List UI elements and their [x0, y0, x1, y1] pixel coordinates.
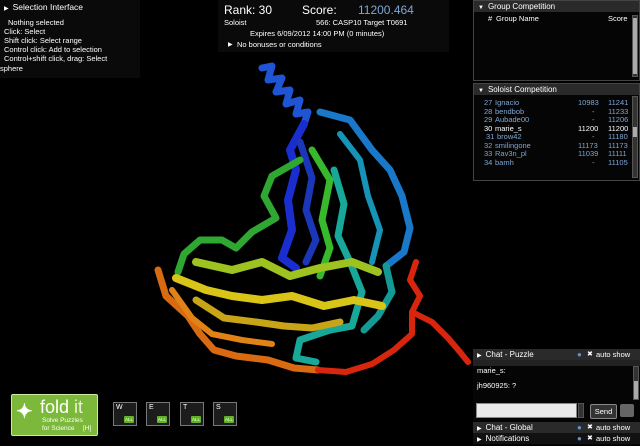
soloist-title: Soloist Competition — [487, 85, 557, 94]
logo-figure-icon: ✦ — [16, 401, 33, 423]
group-title: Group Competition — [487, 2, 556, 11]
mode-label: Soloist — [224, 18, 247, 27]
soloist-list[interactable]: 27 Ignacio 10983 11241 28 bendbob - 1123… — [474, 95, 639, 165]
backbone-green-strand — [308, 146, 334, 280]
soloist-competition-panel: ▼ Soloist Competition 27 Ignacio 10983 11… — [473, 83, 640, 181]
logo-text: fold — [40, 397, 70, 417]
tweak-all-button[interactable]: T ALL — [180, 402, 204, 426]
group-scrollbar[interactable] — [632, 15, 638, 77]
chat-global-title[interactable]: Chat - Global — [486, 423, 533, 432]
chat-message: marie_s: — [477, 366, 506, 375]
info-icon[interactable]: ● — [577, 349, 582, 360]
help-hotkey: [H] — [83, 425, 92, 432]
soloist-scrollbar[interactable] — [632, 96, 638, 178]
score-panel: Rank: 30 Score: 11200.464 Soloist 566: C… — [218, 0, 449, 52]
selection-status: Nothing selected — [8, 18, 64, 27]
camera-icon[interactable] — [620, 404, 634, 417]
group-competition-panel: ▼ Group Competition # Group Name Score — [473, 0, 640, 81]
notifications-title[interactable]: Notifications — [486, 434, 530, 443]
col-rank: # — [488, 14, 493, 23]
col-group-name: Group Name — [496, 14, 539, 23]
logo-text-suffix: it — [74, 397, 83, 417]
scroll-thumb[interactable] — [633, 18, 637, 74]
scroll-thumb[interactable] — [634, 381, 638, 399]
selection-interface-panel: ▶ Selection Interface Nothing selected Cl… — [0, 0, 140, 78]
auto-show-label[interactable]: auto show — [596, 433, 630, 444]
send-button[interactable]: Send — [590, 404, 617, 419]
logo-tagline: Solve Puzzles — [42, 417, 83, 424]
collapse-triangle-icon[interactable]: ▼ — [478, 86, 484, 97]
foldit-logo[interactable]: ✦ fold it Solve Puzzles for Science [H] — [11, 394, 98, 436]
expand-triangle-icon[interactable]: ▶ — [477, 351, 482, 362]
logo-tagline: for Science — [42, 425, 75, 432]
close-icon[interactable]: ✖ — [587, 422, 593, 433]
expand-triangle-icon[interactable]: ▶ — [477, 435, 482, 446]
backbone-yellow — [172, 274, 386, 310]
wiggle-all-button[interactable]: W ALL — [113, 402, 137, 426]
score-label: Score: — [302, 3, 337, 17]
expires-label: Expires 6/09/2012 14:00 PM (0 minutes) — [250, 29, 385, 38]
score-value: 11200.464 — [358, 3, 414, 17]
table-row[interactable]: 33 Rav3n_pl 11039 11111 — [474, 149, 639, 159]
rebuild-all-button[interactable]: E ALL — [146, 402, 170, 426]
selection-help-line: Shift click: Select range — [4, 36, 82, 45]
backbone-red — [315, 259, 471, 375]
chat-puzzle-title[interactable]: Chat - Puzzle — [486, 350, 534, 359]
expand-triangle-icon[interactable]: ▶ — [228, 41, 233, 48]
selection-help-line: Control click: Add to selection — [4, 45, 102, 54]
puzzle-label: 566: CASP10 Target T0691 — [316, 18, 408, 27]
info-icon[interactable]: ● — [577, 422, 582, 433]
close-icon[interactable]: ✖ — [587, 433, 593, 444]
info-icon[interactable]: ● — [577, 433, 582, 444]
chat-message: jh960925: ? — [477, 381, 517, 390]
input-scrollbar[interactable] — [578, 403, 584, 418]
rank-label: Rank: 30 — [224, 3, 273, 17]
auto-show-label[interactable]: auto show — [596, 349, 630, 360]
chat-input[interactable] — [476, 403, 577, 418]
scroll-thumb[interactable] — [633, 127, 637, 137]
selection-help-line: sphere — [0, 64, 23, 73]
backbone-blue-helix — [258, 62, 312, 128]
selection-title: Selection Interface — [12, 2, 84, 12]
collapse-triangle-icon[interactable]: ▶ — [4, 5, 9, 12]
shake-all-button[interactable]: S ALL — [213, 402, 237, 426]
auto-show-label[interactable]: auto show — [596, 422, 630, 433]
selection-help-line: Control+shift click, drag: Select — [4, 54, 108, 63]
chat-panel: ▶ Chat - Puzzle ● ✖ auto show marie_s: jh… — [473, 349, 640, 445]
table-row[interactable]: 34 bamh - 11105 — [474, 159, 639, 165]
selection-help-line: Click: Select — [4, 27, 46, 36]
chat-log: marie_s: jh960925: ? — [473, 366, 640, 400]
col-score: Score — [608, 14, 628, 23]
chat-scrollbar[interactable] — [633, 366, 639, 400]
close-icon[interactable]: ✖ — [587, 349, 593, 360]
bonuses-label[interactable]: No bonuses or conditions — [237, 40, 322, 49]
